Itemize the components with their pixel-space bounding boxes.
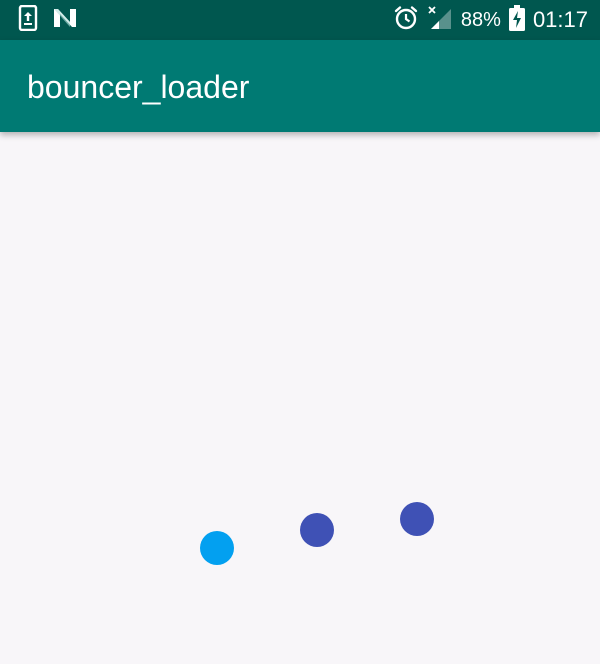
bouncer-dot-2 <box>300 513 334 547</box>
status-time: 01:17 <box>532 7 588 32</box>
battery-percentage: 88% <box>460 8 501 31</box>
app-title: bouncer_loader <box>27 69 250 105</box>
battery-charging-icon <box>508 4 525 36</box>
notification-n-icon <box>52 7 78 34</box>
status-bar-left <box>18 4 78 36</box>
alarm-icon <box>393 5 419 36</box>
signal-no-service-icon <box>427 5 453 36</box>
status-bar: 88% 01:17 <box>0 0 600 40</box>
app-bar: bouncer_loader <box>0 40 600 132</box>
bouncer-dot-1 <box>200 531 234 565</box>
status-bar-right: 88% 01:17 <box>393 4 588 36</box>
bouncer-dot-3 <box>400 502 434 536</box>
screen-share-icon <box>18 4 38 36</box>
loader-area <box>0 132 600 664</box>
